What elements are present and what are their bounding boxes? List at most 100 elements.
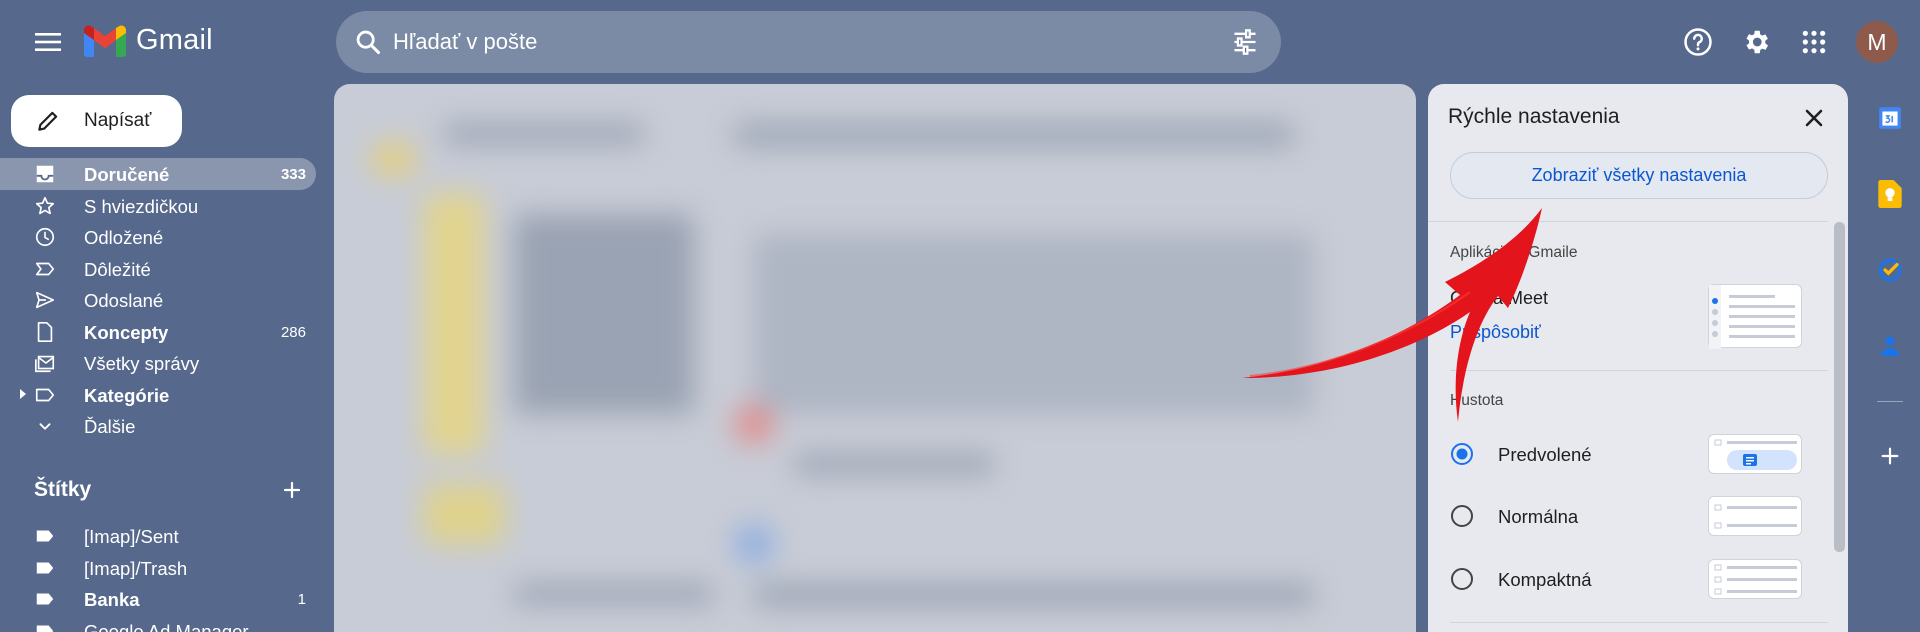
label-icon [36, 530, 54, 542]
label-item-google-ad-manager[interactable]: Google Ad Manager [0, 615, 316, 632]
sidebar-item-important[interactable]: Dôležité [0, 253, 316, 285]
label-name: Google Ad Manager [84, 620, 249, 632]
density-normal-preview-icon [1714, 504, 1797, 529]
apps-section-heading: Aplikácie v Gmaile [1450, 244, 1578, 261]
sidebar-item-starred[interactable]: S hviezdičkou [0, 190, 316, 222]
search-icon[interactable] [354, 28, 382, 56]
density-radio-default[interactable] [1450, 442, 1474, 466]
density-radio-normal[interactable] [1450, 504, 1474, 528]
help-icon [1684, 28, 1712, 56]
gmail-m-icon [84, 25, 126, 57]
density-compact-thumbnail [1708, 559, 1802, 599]
contacts-app-button[interactable] [1870, 326, 1910, 366]
density-option-label[interactable]: Predvolené [1498, 444, 1592, 466]
sidebar-item-more[interactable]: Ďalšie [0, 410, 316, 442]
compose-button[interactable]: Napísať [11, 95, 182, 147]
label-item-imap-sent[interactable]: [Imap]/Sent [0, 520, 316, 552]
see-all-settings-button[interactable]: Zobraziť všetky nastavenia [1450, 152, 1828, 199]
quick-settings-scrollbar[interactable] [1834, 222, 1845, 552]
quick-settings-panel: Rýchle nastavenia Zobraziť všetky nastav… [1428, 84, 1848, 632]
sidebar-item-inbox[interactable]: Doručené 333 [0, 158, 316, 190]
keep-app-button[interactable] [1870, 174, 1910, 214]
customize-link[interactable]: Prispôsobiť [1450, 322, 1541, 343]
sidebar-item-label: Doručené [84, 164, 170, 185]
chevron-down-icon [39, 423, 51, 430]
apps-preview-thumbnail [1708, 284, 1802, 349]
important-icon [35, 262, 55, 275]
top-bar: Gmail M [0, 0, 1920, 84]
label-name: [Imap]/Sent [84, 526, 179, 547]
unread-count: 333 [280, 166, 306, 183]
label-icon [36, 593, 54, 605]
close-icon[interactable] [1800, 104, 1828, 132]
labels-heading: Štítky [34, 478, 92, 501]
density-option-label[interactable]: Kompaktná [1498, 569, 1592, 591]
label-outline-icon [35, 388, 55, 401]
density-normal-thumbnail [1708, 496, 1802, 536]
sidebar-item-label: Odoslané [84, 290, 164, 311]
inbox-icon [36, 165, 54, 183]
expand-caret-icon[interactable] [18, 388, 28, 399]
sidebar-item-label: Ďalšie [84, 416, 136, 437]
density-compact-preview-icon [1714, 564, 1797, 595]
compose-label: Napísať [84, 110, 152, 131]
label-name: [Imap]/Trash [84, 557, 188, 579]
draft-count: 286 [280, 323, 306, 341]
tasks-app-button[interactable] [1870, 250, 1910, 290]
pencil-icon [38, 111, 58, 131]
apps-value: Chat a Meet [1450, 288, 1549, 308]
chat-meet-preview-icon [1709, 285, 1795, 349]
quick-settings-title: Rýchle nastavenia [1448, 105, 1620, 128]
gmail-wordmark: Gmail [136, 24, 213, 56]
support-button[interactable] [1678, 22, 1718, 62]
gear-icon [1746, 30, 1768, 54]
density-section-heading: Hustota [1450, 392, 1504, 409]
search-options-icon[interactable] [1231, 28, 1259, 56]
search-input[interactable] [393, 11, 1193, 73]
label-icon [36, 625, 54, 632]
blurred-content [334, 84, 1416, 632]
google-apps-button[interactable] [1794, 22, 1834, 62]
density-option-label[interactable]: Normálna [1498, 506, 1578, 528]
get-addons-button[interactable] [1870, 436, 1910, 476]
contacts-icon [1881, 336, 1899, 356]
density-radio-compact[interactable] [1450, 567, 1474, 591]
divider [1450, 370, 1828, 371]
label-item-banka[interactable]: Banka 1 [0, 583, 316, 615]
calendar-icon [1879, 107, 1901, 129]
main-menu-button[interactable] [28, 22, 68, 62]
settings-button[interactable] [1736, 22, 1776, 62]
calendar-app-button[interactable] [1870, 98, 1910, 138]
hamburger-menu-icon [35, 33, 61, 51]
sidebar-nav: Doručené 333 S hviezdičkou Odložené Dôle… [0, 158, 316, 442]
label-name: Banka [84, 589, 140, 610]
plus-icon [1881, 447, 1899, 465]
labels-list: [Imap]/Sent [Imap]/Trash Banka 1 Google … [0, 520, 316, 632]
sidebar-item-all-mail[interactable]: Všetky správy [0, 347, 316, 379]
label-count: 1 [297, 591, 306, 608]
apps-grid-icon [1802, 30, 1826, 54]
sidebar-item-snoozed[interactable]: Odložené [0, 221, 316, 253]
sidebar-item-label: Dôležité [84, 258, 151, 280]
clock-icon [35, 227, 55, 247]
label-item-imap-trash[interactable]: [Imap]/Trash [0, 552, 316, 584]
all-mail-icon [35, 355, 55, 373]
divider [1450, 622, 1828, 623]
sidebar-item-drafts[interactable]: Koncepty 286 [0, 316, 316, 348]
gmail-logo[interactable]: Gmail [84, 24, 213, 57]
keep-icon [1878, 180, 1902, 208]
sidebar-item-label: Všetky správy [84, 353, 200, 374]
divider [1428, 221, 1828, 222]
sidebar-item-categories[interactable]: Kategórie [0, 379, 316, 411]
sidebar-item-label: Koncepty [84, 321, 169, 343]
account-avatar[interactable]: M [1856, 21, 1898, 63]
sidebar-item-sent[interactable]: Odoslané [0, 284, 316, 316]
density-default-thumbnail [1708, 434, 1802, 474]
density-default-preview-icon [1714, 439, 1797, 470]
message-list-blurred [334, 84, 1416, 632]
search-bar[interactable] [336, 11, 1281, 73]
add-label-icon[interactable] [280, 478, 304, 502]
side-panel [1860, 84, 1920, 632]
send-icon [35, 291, 55, 309]
sidebar-item-label: S hviezdičkou [84, 195, 199, 217]
